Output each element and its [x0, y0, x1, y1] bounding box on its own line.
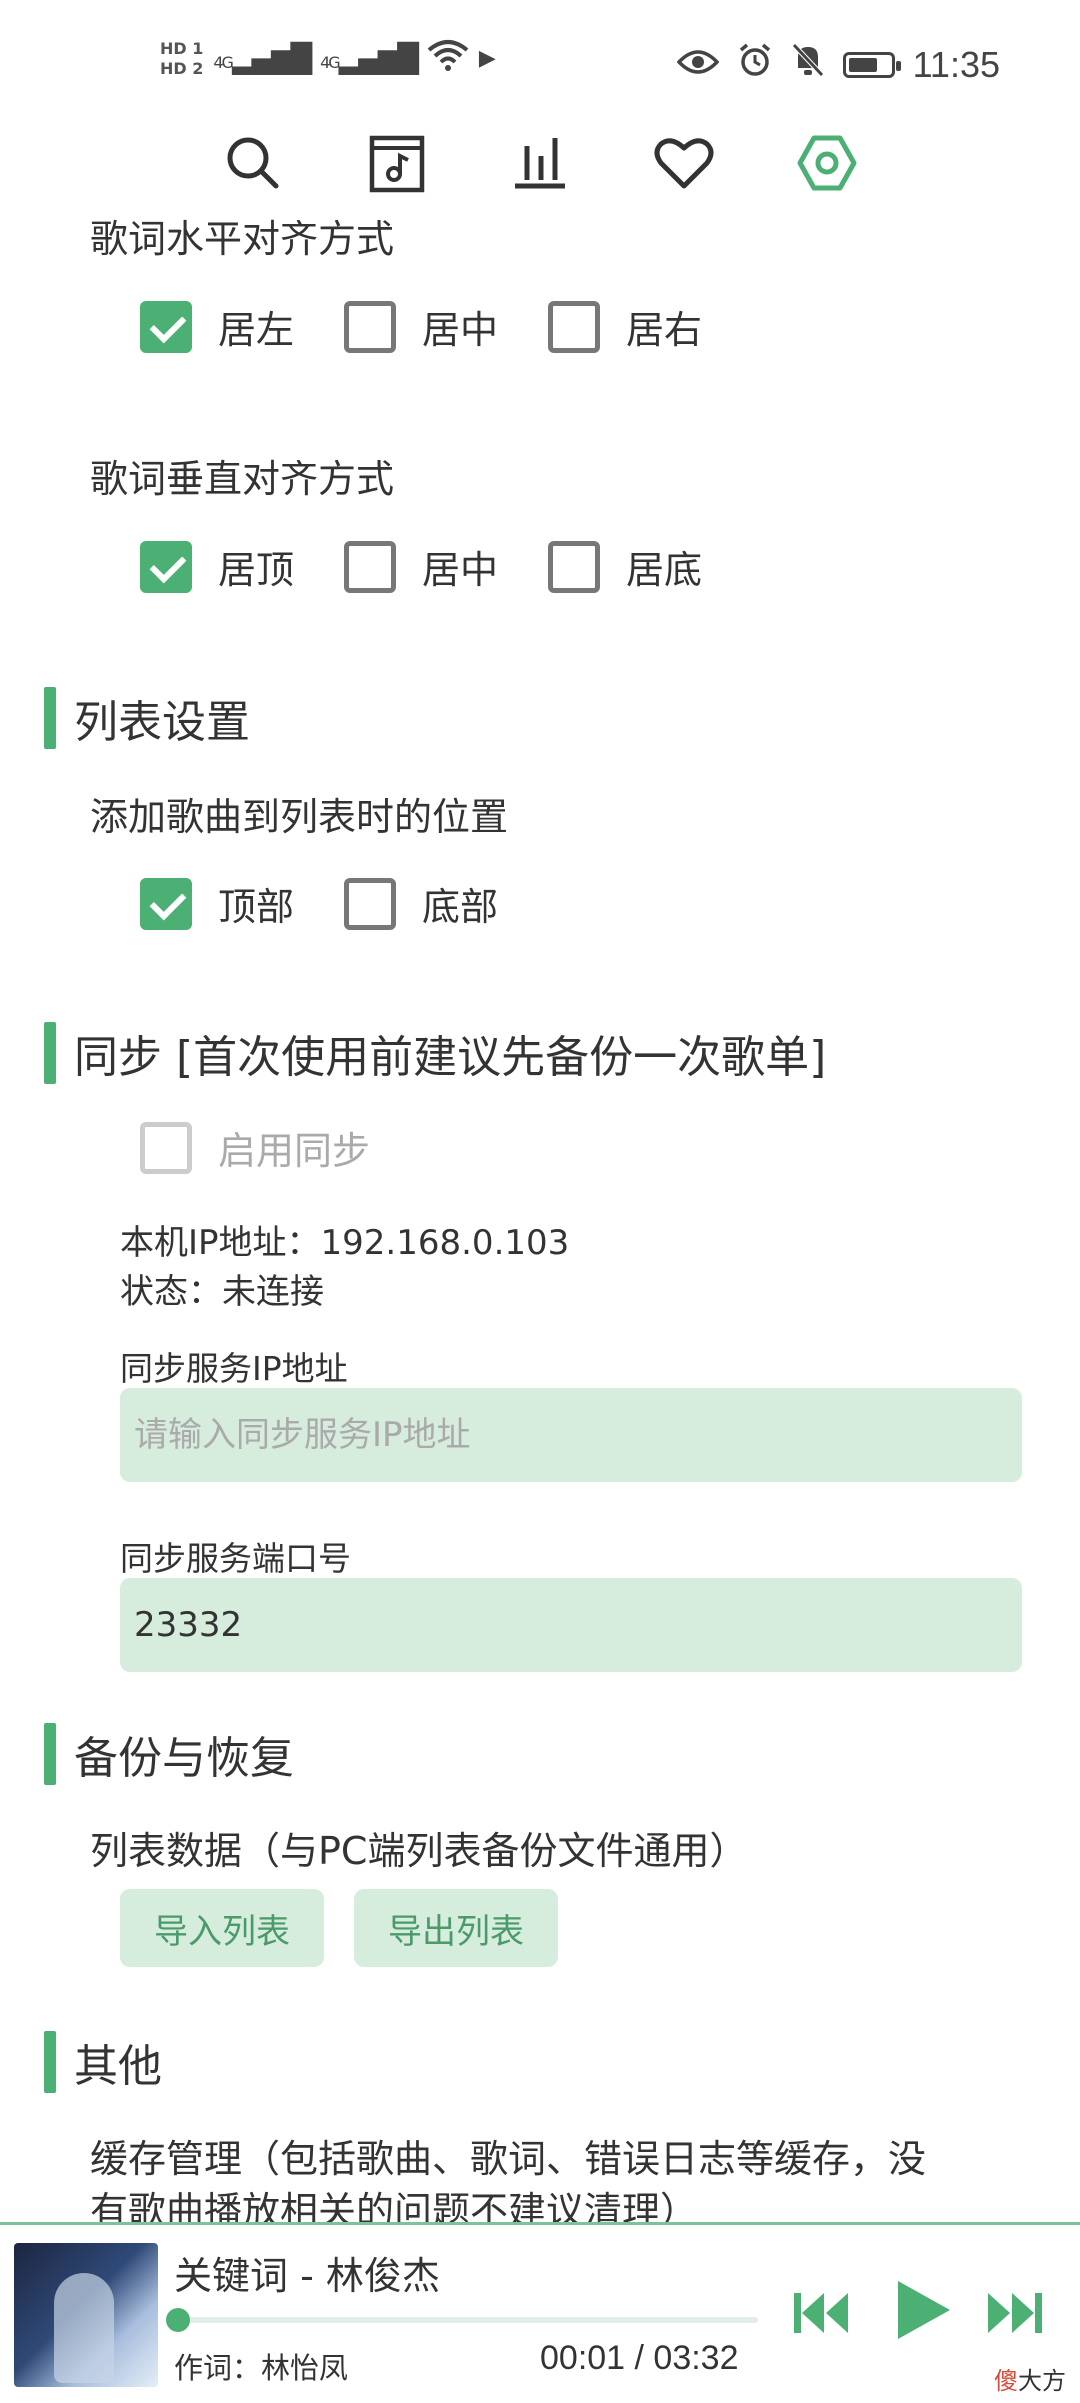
- section-title: 备份与恢复: [74, 1733, 294, 1784]
- settings-icon[interactable]: [794, 130, 860, 200]
- list-settings-section: 列表设置: [44, 686, 250, 750]
- section-bar: [44, 1723, 56, 1785]
- lyric-v-align-options: 居顶 居中 居底: [140, 539, 752, 594]
- backup-section: 备份与恢复: [44, 1722, 294, 1786]
- section-bar: [44, 2031, 56, 2093]
- next-icon[interactable]: [982, 2281, 1046, 2349]
- checkbox-box[interactable]: [140, 300, 192, 353]
- wifi-icon: [427, 38, 469, 79]
- player-bar: 关键词 - 林俊杰 作词：林怡凤 00:01 / 03:32 傻大方: [0, 2222, 1080, 2403]
- play-indicator-icon: ▶: [478, 46, 496, 71]
- checkbox-label: 居中: [422, 308, 499, 352]
- heart-icon[interactable]: [651, 130, 717, 200]
- checkbox-box[interactable]: [140, 540, 192, 593]
- progress-track[interactable]: [174, 2317, 758, 2323]
- checkbox-label: 居底: [626, 548, 703, 592]
- add-position-title: 添加歌曲到列表时的位置: [90, 795, 509, 839]
- status-right: 11:35: [676, 42, 1000, 87]
- checkbox-h-right[interactable]: 居右: [548, 299, 702, 354]
- cache-desc-line1: 缓存管理（包括歌曲、歌词、错误日志等缓存，没: [90, 2137, 927, 2181]
- export-list-button[interactable]: 导出列表: [354, 1889, 558, 1967]
- music-file-icon[interactable]: [364, 130, 430, 200]
- sync-ip-input[interactable]: [120, 1388, 1022, 1482]
- signal-1-icon: 4G▂▄▆█: [213, 42, 312, 75]
- checkbox-label: 底部: [422, 885, 499, 929]
- add-position-options: 顶部 底部: [140, 876, 548, 931]
- lyric-v-align-title: 歌词垂直对齐方式: [90, 457, 395, 501]
- checkbox-v-bottom[interactable]: 居底: [548, 539, 702, 594]
- chart-icon[interactable]: [507, 130, 573, 200]
- section-title: 其他: [74, 2041, 162, 2092]
- top-nav: [220, 125, 860, 205]
- checkbox-label: 启用同步: [218, 1129, 371, 1173]
- checkbox-h-left[interactable]: 居左: [140, 299, 294, 354]
- checkbox-top[interactable]: 顶部: [140, 876, 294, 931]
- watermark: 傻大方: [994, 2361, 1066, 2396]
- sync-port-input[interactable]: [120, 1578, 1022, 1672]
- checkbox-v-center[interactable]: 居中: [344, 539, 498, 594]
- section-bar: [44, 1022, 56, 1084]
- status-bar: HD 1 HD 2 4G▂▄▆█ 4G▂▄▆█ ▶ 11:35: [0, 0, 1080, 130]
- play-icon[interactable]: [888, 2275, 958, 2349]
- watermark-red: 傻: [994, 2367, 1018, 2395]
- hd2-text: HD 2: [160, 58, 204, 78]
- play-time: 00:01 / 03:32: [540, 2339, 739, 2377]
- eye-comfort-icon: [676, 45, 719, 85]
- checkbox-label: 居中: [422, 548, 499, 592]
- sync-port-label: 同步服务端口号: [120, 1539, 351, 1578]
- sync-section: 同步 [首次使用前建议先备份一次歌单]: [44, 1021, 826, 1085]
- lyric-h-align-title: 歌词水平对齐方式: [90, 217, 395, 261]
- watermark-rest: 大方: [1018, 2367, 1066, 2395]
- alarm-icon: [737, 42, 773, 87]
- hd-indicator: HD 1 HD 2: [160, 39, 203, 79]
- clock: 11:35: [912, 43, 1000, 85]
- checkbox-bottom[interactable]: 底部: [344, 876, 498, 931]
- list-data-desc: 列表数据（与PC端列表备份文件通用）: [90, 1829, 748, 1873]
- checkbox-enable-sync[interactable]: 启用同步: [140, 1120, 370, 1175]
- previous-icon[interactable]: [790, 2281, 854, 2349]
- signal-2-icon: 4G▂▄▆█: [320, 42, 419, 75]
- checkbox-box[interactable]: [344, 540, 397, 593]
- checkbox-label: 顶部: [218, 885, 295, 929]
- sync-status-text: 状态：未连接: [120, 1272, 324, 1312]
- checkbox-box[interactable]: [548, 300, 601, 353]
- section-title: 列表设置: [74, 697, 250, 748]
- album-cover[interactable]: [14, 2243, 158, 2387]
- lyric-h-align-options: 居左 居中 居右: [140, 299, 752, 354]
- checkbox-label: 居顶: [218, 548, 295, 592]
- section-title: 同步 [首次使用前建议先备份一次歌单]: [74, 1032, 827, 1083]
- mute-icon: [791, 42, 825, 87]
- checkbox-box[interactable]: [344, 877, 397, 930]
- battery-icon: [842, 51, 901, 78]
- progress-knob[interactable]: [166, 2308, 190, 2332]
- checkbox-box[interactable]: [140, 877, 192, 930]
- checkbox-h-center[interactable]: 居中: [344, 299, 498, 354]
- search-icon[interactable]: [220, 130, 286, 200]
- sync-ip-label: 同步服务IP地址: [120, 1349, 348, 1388]
- hd1-text: HD 1: [160, 38, 204, 58]
- checkbox-label: 居右: [626, 308, 703, 352]
- checkbox-box[interactable]: [344, 300, 397, 353]
- checkbox-box[interactable]: [548, 540, 601, 593]
- local-ip-text: 本机IP地址：192.168.0.103: [120, 1223, 570, 1263]
- other-section: 其他: [44, 2030, 162, 2094]
- checkbox-box[interactable]: [140, 1121, 192, 1174]
- checkbox-v-top[interactable]: 居顶: [140, 539, 294, 594]
- checkbox-label: 居左: [218, 308, 295, 352]
- status-left: HD 1 HD 2 4G▂▄▆█ 4G▂▄▆█ ▶: [160, 38, 496, 79]
- section-bar: [44, 687, 56, 749]
- song-title[interactable]: 关键词 - 林俊杰: [174, 2245, 440, 2300]
- sync-enable-row: 启用同步: [140, 1120, 420, 1175]
- import-list-button[interactable]: 导入列表: [120, 1889, 324, 1967]
- lyricist-text: 作词：林怡凤: [174, 2351, 349, 2385]
